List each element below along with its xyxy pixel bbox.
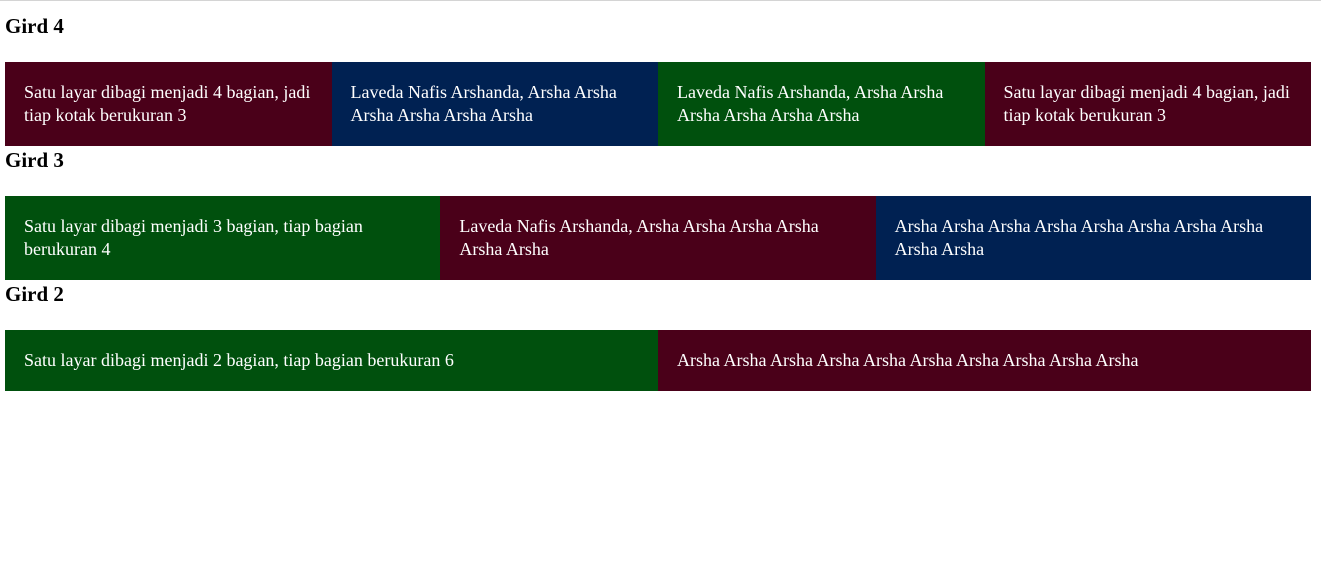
grid-4-row: Satu layar dibagi menjadi 4 bagian, jadi… (5, 62, 1311, 146)
grid-2-cell-1: Satu layar dibagi menjadi 2 bagian, tiap… (5, 330, 658, 391)
grid-3-cell-3: Arsha Arsha Arsha Arsha Arsha Arsha Arsh… (875, 196, 1311, 280)
grid-3-cell-1: Satu layar dibagi menjadi 3 bagian, tiap… (5, 196, 441, 280)
section-title-grid-2: Gird 2 (5, 282, 64, 306)
grid-4-cell-3: Laveda Nafis Arshanda, Arsha Arsha Arsha… (658, 62, 985, 146)
grid-4-cell-2: Laveda Nafis Arshanda, Arsha Arsha Arsha… (331, 62, 658, 146)
grid-4-cell-4: Satu layar dibagi menjadi 4 bagian, jadi… (984, 62, 1311, 146)
section-title-grid-3: Gird 3 (5, 148, 64, 172)
section-title-grid-4: Gird 4 (5, 14, 64, 38)
top-border-line (0, 0, 1321, 1)
grid-4-cell-1: Satu layar dibagi menjadi 4 bagian, jadi… (5, 62, 332, 146)
grid-2-cell-2: Arsha Arsha Arsha Arsha Arsha Arsha Arsh… (658, 330, 1311, 391)
grid-2-row: Satu layar dibagi menjadi 2 bagian, tiap… (5, 330, 1311, 391)
grid-3-row: Satu layar dibagi menjadi 3 bagian, tiap… (5, 196, 1311, 280)
grid-3-cell-2: Laveda Nafis Arshanda, Arsha Arsha Arsha… (440, 196, 876, 280)
